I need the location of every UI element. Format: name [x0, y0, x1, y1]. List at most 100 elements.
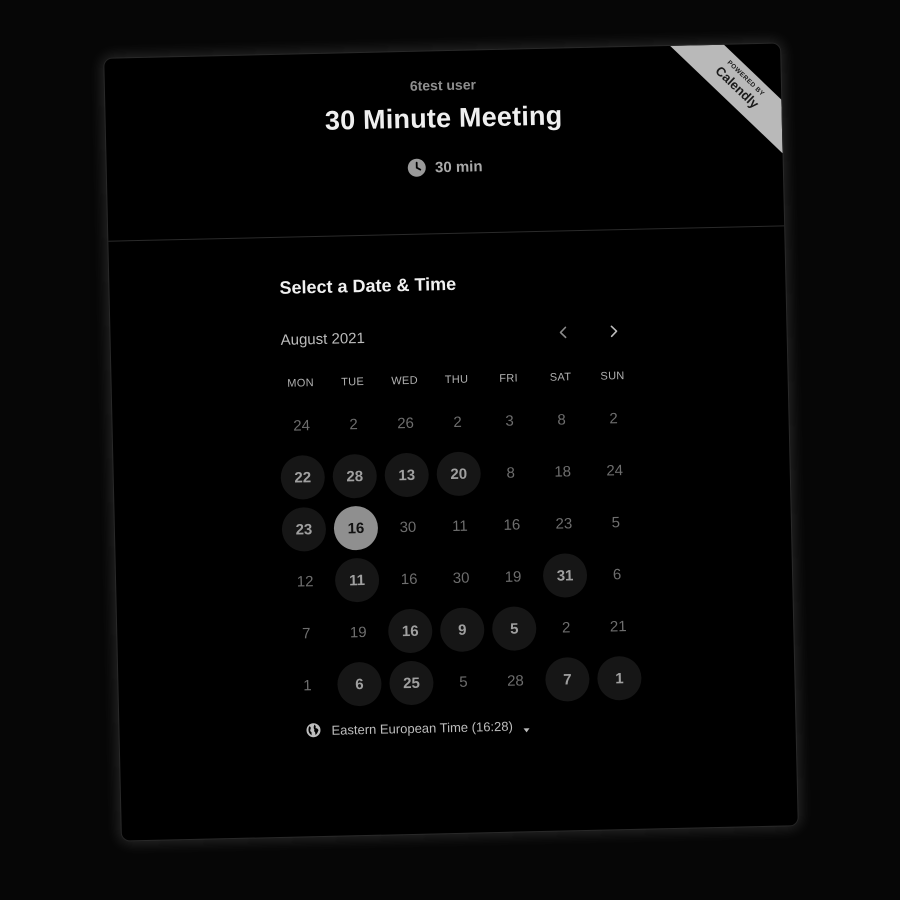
selected-day[interactable]: 16: [333, 505, 379, 551]
powered-by-badge[interactable]: POWERED BY Calendly: [670, 43, 783, 155]
calendar-cell: 1: [281, 659, 334, 712]
calendar-cell: 22: [276, 451, 329, 504]
weekday-label: MON: [287, 377, 315, 390]
unavailable-day: 12: [296, 572, 314, 591]
calendar-cell: 7: [541, 653, 594, 706]
clock-icon: [407, 157, 427, 177]
calendar-cell: 5: [488, 602, 541, 655]
weekday-label: THU: [444, 373, 469, 387]
unavailable-day: 30: [452, 569, 470, 587]
unavailable-day: 3: [505, 412, 514, 430]
available-day[interactable]: 1: [596, 655, 642, 701]
calendar-cell: 21: [592, 600, 645, 653]
unavailable-day: 2: [349, 415, 358, 433]
calendar-cell: 31: [538, 549, 591, 602]
unavailable-day: 16: [400, 570, 418, 588]
unavailable-day: 18: [554, 462, 572, 481]
available-day[interactable]: 7: [544, 656, 590, 702]
available-day[interactable]: 28: [332, 453, 378, 499]
available-day[interactable]: 22: [280, 454, 326, 500]
unavailable-day: 2: [561, 618, 571, 637]
duration-text: 30 min: [434, 157, 483, 176]
calendar-cell: 3: [483, 394, 536, 447]
calendar-cell: 2: [431, 395, 484, 448]
calendar-cell: 7: [280, 607, 333, 660]
unavailable-day: 2: [453, 413, 462, 431]
globe-icon: [305, 722, 321, 738]
timezone-label: Eastern European Time (16:28): [331, 718, 514, 738]
calendar-cell: 18: [536, 445, 589, 498]
month-label: August 2021: [280, 329, 366, 349]
calendar-cell: 8: [484, 446, 537, 499]
timezone-selector[interactable]: Eastern European Time (16:28): [305, 717, 531, 738]
calendar-cell: 30: [435, 551, 488, 604]
powered-by-ribbon[interactable]: POWERED BY Calendly: [670, 43, 783, 155]
calendar-cell: 5: [589, 496, 642, 549]
calendar-cell: 19: [332, 606, 385, 659]
calendar-cell: 26: [379, 396, 432, 449]
chevron-left-icon: [559, 326, 567, 339]
calendar-cell: 1: [593, 652, 646, 705]
available-day[interactable]: 13: [384, 452, 430, 498]
weekday-label: WED: [391, 374, 419, 388]
unavailable-day: 23: [555, 514, 573, 533]
available-day[interactable]: 23: [281, 506, 327, 552]
calendar-cell: 24: [275, 399, 328, 452]
unavailable-day: 8: [557, 410, 566, 429]
calendar-cell: 11: [433, 499, 486, 552]
calendar-cell: 8: [535, 393, 588, 446]
unavailable-day: 2: [609, 409, 618, 427]
calendar-cell: 19: [486, 550, 539, 603]
calendar-cell: 30: [381, 500, 434, 553]
unavailable-day: 1: [303, 676, 312, 694]
section-title: Select a Date & Time: [279, 273, 457, 298]
available-day[interactable]: 25: [388, 660, 434, 706]
unavailable-day: 21: [609, 617, 627, 635]
available-day[interactable]: 11: [334, 557, 380, 603]
calendar-cell: 24: [588, 444, 641, 497]
calendar-cell: 20: [432, 447, 485, 500]
caret-down-icon: [523, 721, 531, 733]
available-day[interactable]: 31: [542, 552, 588, 598]
unavailable-day: 28: [506, 671, 524, 690]
calendar-grid: 24 2 26 2 3 8 2 22 28 13 20 8 18 24 23 16 30 11 16 23 5 12 11 1…: [275, 392, 646, 712]
unavailable-day: 24: [606, 461, 624, 479]
scheduling-card: 6test user 30 Minute Meeting 30 min POWE…: [104, 43, 798, 841]
calendar-cell: 2: [540, 601, 593, 654]
unavailable-day: 30: [399, 518, 417, 536]
calendar-cell: 6: [333, 658, 386, 711]
unavailable-day: 16: [503, 515, 521, 534]
weekday-label: FRI: [499, 372, 519, 385]
available-day[interactable]: 6: [336, 661, 382, 707]
scheduler-body: Select a Date & Time August 2021 MON TUE…: [108, 226, 797, 840]
unavailable-day: 5: [611, 513, 621, 531]
calendar-cell: 16: [384, 604, 437, 657]
calendar-cell: 2: [587, 392, 640, 445]
calendar-cell: 12: [279, 555, 332, 608]
available-day[interactable]: 9: [439, 607, 485, 653]
calendar-cell: 5: [437, 655, 490, 708]
calendar-cell: 28: [489, 654, 542, 707]
calendar-cell: 6: [590, 548, 643, 601]
next-month-button[interactable]: [598, 316, 629, 347]
unavailable-day: 11: [451, 517, 468, 535]
available-day[interactable]: 20: [436, 451, 482, 497]
calendar-cell: 16: [485, 498, 538, 551]
calendar-cell: 9: [436, 603, 489, 656]
unavailable-day: 8: [506, 464, 516, 482]
weekday-label: SUN: [600, 370, 625, 383]
available-day[interactable]: 5: [491, 606, 537, 652]
calendar-cell: 28: [328, 450, 381, 503]
calendar-cell: 16: [383, 552, 436, 605]
unavailable-day: 19: [349, 623, 367, 641]
previous-month-button[interactable]: [548, 317, 579, 348]
unavailable-day: 24: [293, 416, 311, 435]
calendar-cell: 16: [329, 502, 382, 555]
available-day[interactable]: 16: [387, 608, 433, 654]
unavailable-day: 26: [397, 414, 415, 432]
calendar-cell: 23: [277, 503, 330, 556]
page-backdrop: 6test user 30 Minute Meeting 30 min POWE…: [0, 0, 900, 900]
weekday-header: MON TUE WED THU FRI SAT SUN: [275, 370, 639, 390]
weekday-label: TUE: [341, 375, 365, 389]
unavailable-day: 7: [301, 624, 311, 642]
